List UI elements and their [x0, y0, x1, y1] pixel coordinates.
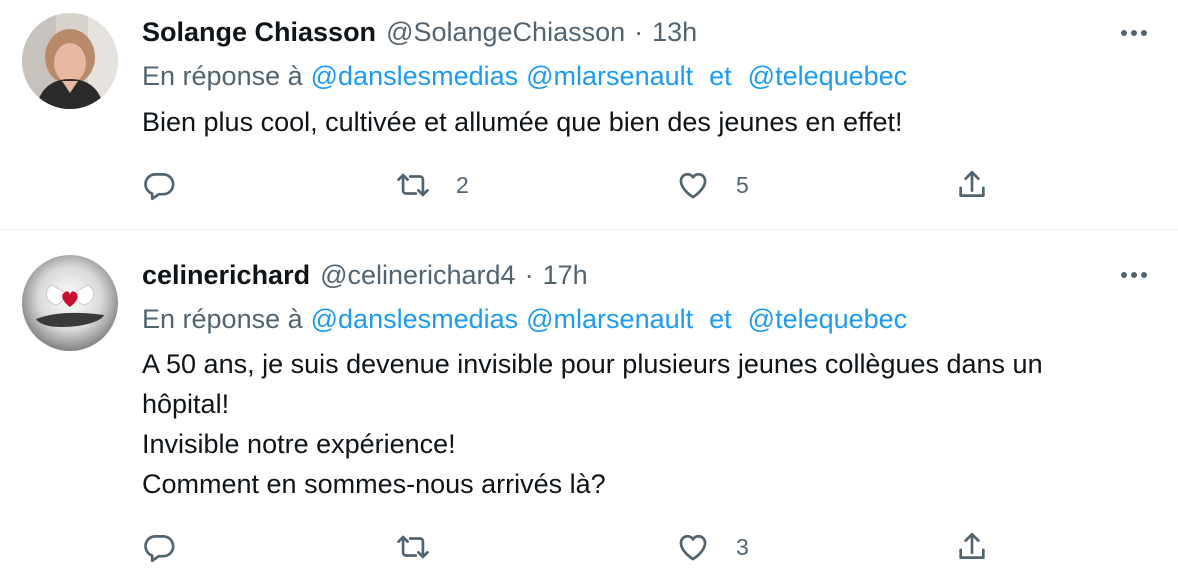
- tweet-header: celinerichard @celinerichard4 · 17h: [142, 257, 588, 293]
- reply-icon: [144, 535, 175, 563]
- display-name[interactable]: Solange Chiasson: [142, 17, 376, 48]
- timestamp[interactable]: 13h: [652, 17, 697, 48]
- user-handle[interactable]: @celinerichard4: [320, 260, 516, 291]
- like-count: 5: [736, 171, 749, 198]
- like-button[interactable]: 5: [676, 165, 749, 205]
- avatar[interactable]: [22, 13, 118, 109]
- share-button[interactable]: [955, 527, 989, 567]
- share-button[interactable]: [955, 165, 989, 205]
- more-icon-dot: [1141, 30, 1147, 36]
- mention-link[interactable]: @telequebec: [748, 304, 908, 335]
- user-handle[interactable]: @SolangeChiasson: [386, 17, 625, 48]
- tweet-text: Bien plus cool, cultivée et allumée que …: [142, 102, 1152, 142]
- reply-prefix: En réponse à: [142, 303, 303, 334]
- reply-feed: Solange Chiasson @SolangeChiasson · 13h …: [0, 0, 1178, 586]
- avatar-image: [22, 255, 118, 351]
- reply-icon: [144, 173, 175, 201]
- separator-dot: ·: [524, 259, 534, 290]
- tweet-actions: 3: [142, 527, 1012, 567]
- like-count: 3: [736, 533, 749, 560]
- tweet[interactable]: celinerichard @celinerichard4 · 17h En r…: [0, 230, 1178, 586]
- mention-link[interactable]: @telequebec: [748, 61, 908, 92]
- retweet-icon: [397, 535, 429, 559]
- tweet[interactable]: Solange Chiasson @SolangeChiasson · 13h …: [0, 0, 1178, 229]
- more-icon: [1121, 272, 1127, 278]
- reply-context: En réponse à @danslesmedias @mlarsenault…: [142, 58, 907, 94]
- tweet-text-line: hôpital!: [142, 389, 230, 419]
- more-icon-dot: [1131, 30, 1137, 36]
- tweet-text: A 50 ans, je suis devenue invisible pour…: [142, 344, 1152, 504]
- share-icon: [959, 532, 985, 559]
- mention-link[interactable]: @mlarsenault: [526, 304, 693, 335]
- mention-link[interactable]: @danslesmedias: [311, 304, 519, 335]
- avatar[interactable]: [22, 255, 118, 351]
- tweet-text-line: Comment en sommes-nous arrivés là?: [142, 469, 606, 499]
- mention-link[interactable]: @danslesmedias: [311, 61, 519, 92]
- reply-button[interactable]: [142, 165, 176, 205]
- timestamp[interactable]: 17h: [543, 260, 588, 291]
- retweet-button[interactable]: 2: [396, 165, 469, 205]
- like-button[interactable]: 3: [676, 527, 749, 567]
- mention-conjunction: et: [709, 303, 732, 334]
- reply-prefix: En réponse à: [142, 60, 303, 91]
- tweet-text-line: Bien plus cool, cultivée et allumée que …: [142, 107, 903, 137]
- reply-button[interactable]: [142, 527, 176, 567]
- more-options-button[interactable]: [1114, 13, 1154, 53]
- more-icon-dot: [1131, 272, 1137, 278]
- reply-context: En réponse à @danslesmedias @mlarsenault…: [142, 301, 907, 337]
- heart-icon: [679, 534, 707, 561]
- more-options-button[interactable]: [1114, 255, 1154, 295]
- more-icon-dot: [1141, 272, 1147, 278]
- avatar-image: [22, 13, 118, 109]
- separator-dot: ·: [634, 16, 644, 47]
- more-icon: [1121, 30, 1127, 36]
- retweet-button[interactable]: [396, 527, 456, 567]
- tweet-text-line: Invisible notre expérience!: [142, 429, 456, 459]
- heart-icon: [679, 172, 707, 199]
- retweet-icon: [397, 173, 429, 197]
- tweet-text-line: A 50 ans, je suis devenue invisible pour…: [142, 349, 1043, 379]
- tweet-header: Solange Chiasson @SolangeChiasson · 13h: [142, 14, 697, 50]
- display-name[interactable]: celinerichard: [142, 260, 310, 291]
- share-icon: [959, 170, 985, 197]
- mention-conjunction: et: [709, 60, 732, 91]
- mention-link[interactable]: @mlarsenault: [526, 61, 693, 92]
- tweet-actions: 2 5: [142, 165, 1012, 205]
- retweet-count: 2: [456, 171, 469, 198]
